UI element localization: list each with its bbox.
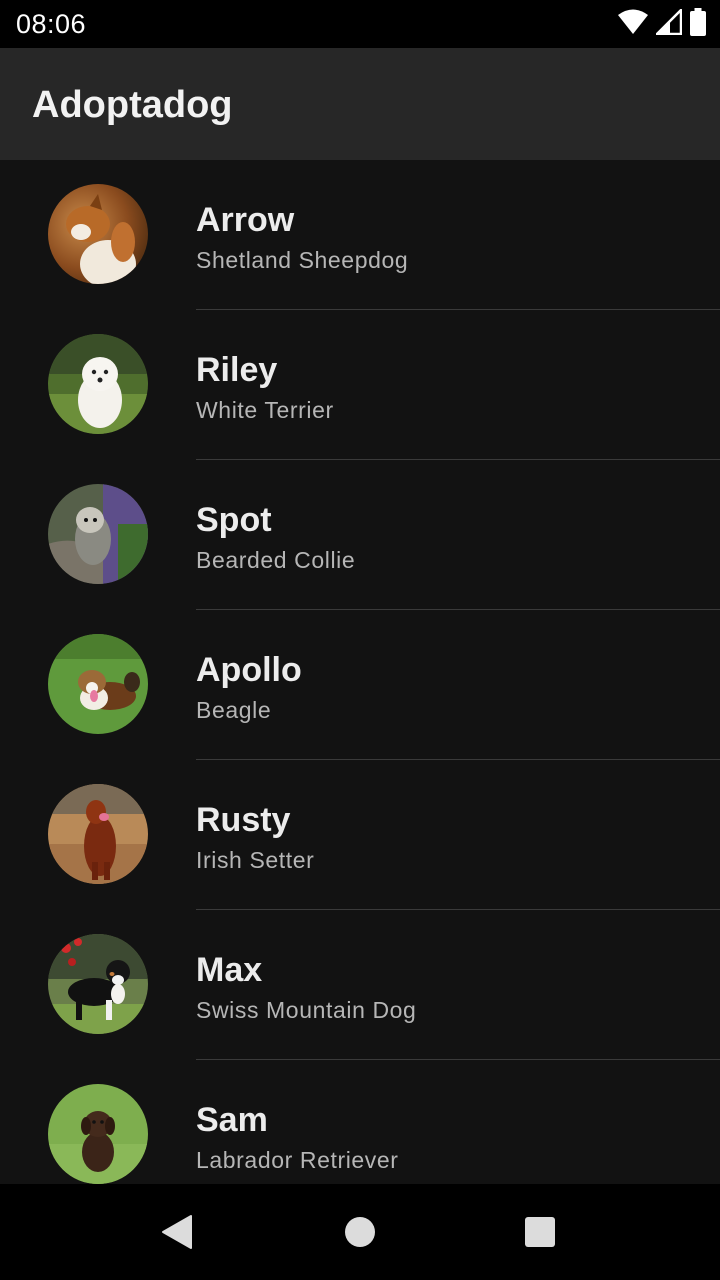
dog-breed: White Terrier xyxy=(196,397,334,423)
dog-breed: Swiss Mountain Dog xyxy=(196,997,417,1023)
app-title: Adoptadog xyxy=(32,84,233,126)
dog-list-item[interactable]: Riley White Terrier xyxy=(0,310,720,460)
irish-setter-photo xyxy=(48,784,148,884)
status-bar: 08:06 xyxy=(0,0,720,48)
dog-name: Riley xyxy=(196,351,278,389)
status-icons xyxy=(618,7,706,41)
dog-breed: Irish Setter xyxy=(196,847,315,873)
battery-icon xyxy=(690,7,706,41)
dog-name: Sam xyxy=(196,1101,268,1139)
dog-list-item[interactable]: Max Swiss Mountain Dog xyxy=(0,910,720,1060)
dog-breed: Labrador Retriever xyxy=(196,1147,399,1173)
wifi-icon xyxy=(618,9,648,40)
dog-breed: Bearded Collie xyxy=(196,547,356,573)
dog-list-item[interactable]: Spot Bearded Collie xyxy=(0,460,720,610)
dog-breed: Shetland Sheepdog xyxy=(196,247,409,273)
back-button[interactable] xyxy=(130,1184,226,1280)
dog-avatar xyxy=(48,184,148,284)
status-time: 08:06 xyxy=(16,9,87,39)
dog-avatar xyxy=(48,334,148,434)
dog-avatar xyxy=(48,784,148,884)
dog-avatar xyxy=(48,1084,148,1184)
dog-name: Spot xyxy=(196,501,272,539)
app-bar: Adoptadog xyxy=(0,48,720,160)
sheltie-photo xyxy=(48,184,148,284)
dog-list-item[interactable]: Apollo Beagle xyxy=(0,610,720,760)
dog-name: Apollo xyxy=(196,651,302,689)
recents-button[interactable] xyxy=(492,1184,588,1280)
cell-signal-icon xyxy=(655,8,683,40)
system-nav-bar xyxy=(0,1184,720,1280)
recents-icon xyxy=(525,1217,555,1247)
back-icon xyxy=(162,1215,192,1249)
dog-avatar xyxy=(48,484,148,584)
swiss-mountain-dog-photo xyxy=(48,934,148,1034)
home-button[interactable] xyxy=(312,1184,408,1280)
beagle-photo xyxy=(48,634,148,734)
white-terrier-photo xyxy=(48,334,148,434)
dog-list-item[interactable]: Arrow Shetland Sheepdog xyxy=(0,160,720,310)
dog-name: Rusty xyxy=(196,801,291,839)
dog-list-item[interactable]: Sam Labrador Retriever xyxy=(0,1060,720,1184)
bearded-collie-photo xyxy=(48,484,148,584)
dog-avatar xyxy=(48,634,148,734)
dog-list-item[interactable]: Rusty Irish Setter xyxy=(0,760,720,910)
dog-breed: Beagle xyxy=(196,697,272,723)
home-icon xyxy=(345,1217,375,1247)
dog-avatar xyxy=(48,934,148,1034)
dog-name: Max xyxy=(196,951,263,989)
dog-name: Arrow xyxy=(196,201,295,239)
dog-list[interactable]: Arrow Shetland Sheepdog Riley White Terr… xyxy=(0,160,720,1184)
labrador-photo xyxy=(48,1084,148,1184)
